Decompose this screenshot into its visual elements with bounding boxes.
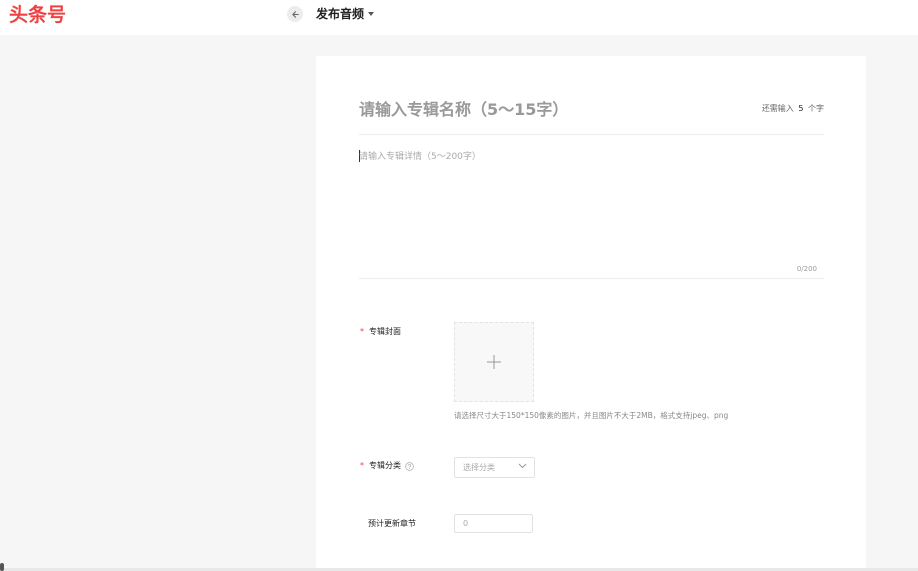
chapters-label-text: 预计更新章节 bbox=[368, 519, 416, 528]
plus-icon bbox=[487, 355, 501, 369]
top-bar: 头条号 发布音频 bbox=[0, 0, 918, 35]
remaining-count: 5 bbox=[798, 104, 804, 113]
album-name-row: 还需输入 5 个字 bbox=[359, 93, 824, 135]
remaining-prefix: 还需输入 bbox=[761, 104, 794, 113]
required-mark: * bbox=[360, 327, 364, 336]
scroll-handle[interactable] bbox=[0, 563, 4, 571]
cover-hint: 请选择尺寸大于150*150像素的图片，并且图片不大于2MB，格式支持jpeg、… bbox=[454, 411, 729, 420]
logo[interactable]: 头条号 bbox=[9, 3, 66, 27]
category-select[interactable]: 选择分类 bbox=[454, 457, 535, 478]
question-icon[interactable] bbox=[405, 461, 414, 471]
chapters-input[interactable] bbox=[454, 514, 533, 533]
cover-upload-button[interactable] bbox=[454, 322, 534, 402]
back-button[interactable] bbox=[287, 6, 303, 22]
category-label-text: 专辑分类 bbox=[369, 461, 401, 470]
remaining-suffix: 个字 bbox=[808, 104, 824, 113]
page-title: 发布音频 bbox=[316, 7, 365, 21]
category-select-placeholder: 选择分类 bbox=[463, 463, 495, 472]
description-char-count: 0/200 bbox=[796, 265, 817, 273]
album-form-card: 还需输入 5 个字 0/200 * 专辑封面 请选择尺寸大于150*150像素的… bbox=[316, 56, 866, 571]
chevron-down-icon bbox=[518, 463, 527, 469]
category-label: * 专辑分类 bbox=[360, 460, 414, 472]
album-name-input[interactable] bbox=[359, 97, 749, 121]
chapters-label: 预计更新章节 bbox=[368, 518, 416, 530]
required-mark: * bbox=[360, 461, 364, 470]
arrow-left-icon bbox=[291, 10, 299, 18]
album-description-input[interactable] bbox=[359, 149, 824, 259]
cover-label: * 专辑封面 bbox=[360, 326, 401, 338]
album-description-box: 0/200 bbox=[359, 145, 824, 279]
publish-type-dropdown[interactable]: 发布音频 bbox=[316, 5, 375, 23]
cover-label-text: 专辑封面 bbox=[369, 327, 401, 336]
remaining-chars: 还需输入 5 个字 bbox=[762, 104, 824, 114]
caret-down-icon bbox=[368, 12, 375, 16]
